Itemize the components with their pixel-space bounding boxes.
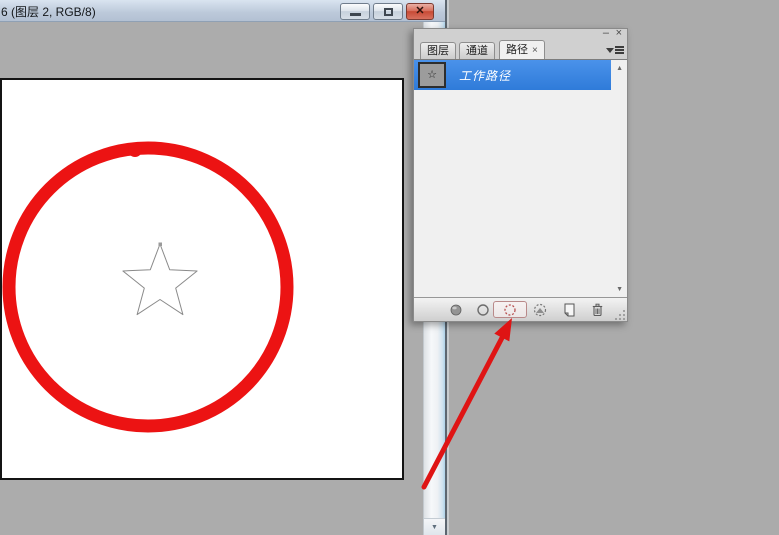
document-canvas[interactable]	[0, 78, 404, 480]
tab-layers-label: 图层	[427, 45, 449, 57]
chevron-down-icon	[606, 48, 614, 53]
brush-stroke-start-blob	[128, 143, 142, 157]
path-name-label: 工作路径	[459, 67, 511, 84]
tab-paths[interactable]: 路径 ×	[499, 40, 545, 59]
panel-scroll-up-button[interactable]: ▲	[616, 65, 623, 72]
close-button[interactable]: ✕	[406, 3, 434, 20]
path-row-work-path[interactable]: ☆ 工作路径	[414, 60, 611, 90]
stroke-path-icon	[474, 302, 492, 318]
menu-lines-icon	[615, 46, 624, 55]
scrollbar-down-button[interactable]: ▼	[424, 518, 445, 535]
make-work-path-button[interactable]	[531, 302, 549, 318]
path-thumbnail[interactable]: ☆	[418, 62, 446, 88]
create-new-path-button[interactable]	[560, 302, 578, 318]
minimize-button[interactable]	[340, 3, 370, 20]
star-thumbnail-icon: ☆	[427, 70, 437, 81]
restore-button[interactable]	[373, 3, 403, 20]
panel-minimize-button[interactable]: –	[603, 28, 609, 39]
paths-panel: – × 图层 通道 路径 × ☆ 工作路径 ▲ ▼	[413, 28, 628, 322]
path-anchor-point	[159, 243, 163, 247]
arrow-down-icon: ▼	[431, 524, 438, 531]
make-work-path-icon	[531, 302, 549, 318]
window-controls: ✕	[340, 3, 434, 20]
tab-close-icon[interactable]: ×	[532, 45, 538, 56]
star-path-outline	[123, 244, 197, 315]
fill-path-icon	[447, 302, 465, 318]
fill-path-button[interactable]	[447, 302, 465, 318]
panel-resize-grip[interactable]	[614, 308, 626, 320]
paths-list: ☆ 工作路径 ▲ ▼	[414, 59, 627, 297]
tab-paths-label: 路径	[506, 44, 528, 56]
restore-icon	[384, 8, 393, 16]
load-selection-icon	[501, 302, 519, 318]
panel-close-button[interactable]: ×	[616, 28, 622, 39]
new-path-icon	[560, 302, 578, 318]
tab-channels[interactable]: 通道	[459, 42, 495, 59]
red-circle-brush-stroke	[9, 148, 287, 426]
window-titlebar[interactable]: 6 (图层 2, RGB/8) ✕	[0, 0, 445, 22]
delete-path-button[interactable]	[588, 302, 606, 318]
tab-layers[interactable]: 图层	[420, 42, 456, 59]
document-window: 6 (图层 2, RGB/8) ✕ ▼	[0, 0, 447, 535]
trash-icon	[588, 302, 606, 318]
canvas-artwork	[2, 80, 402, 478]
panel-scroll-down-button[interactable]: ▼	[616, 286, 623, 293]
panel-tabbar: 图层 通道 路径 ×	[414, 40, 627, 59]
close-icon: ✕	[415, 6, 424, 17]
minimize-icon	[350, 13, 361, 16]
load-path-as-selection-button[interactable]	[501, 302, 519, 318]
stroke-path-button[interactable]	[474, 302, 492, 318]
panel-footer	[414, 297, 627, 321]
resize-grip-icon	[614, 309, 626, 321]
panel-header[interactable]: – ×	[414, 29, 627, 40]
window-title: 6 (图层 2, RGB/8)	[1, 3, 96, 20]
tab-channels-label: 通道	[466, 45, 488, 57]
panel-menu-button[interactable]	[606, 44, 624, 57]
